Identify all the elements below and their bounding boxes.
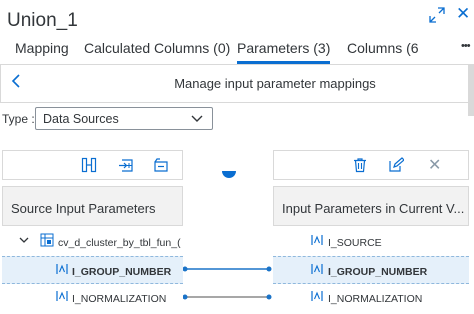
input-parameter-icon: [311, 235, 323, 245]
type-select-value: Data Sources: [43, 112, 119, 126]
tab-bar: Mapping Calculated Columns (0) Parameter…: [0, 40, 474, 64]
target-param-label: I_GROUP_NUMBER: [328, 266, 428, 278]
type-select[interactable]: Data Sources: [35, 107, 213, 130]
tab-parameters[interactable]: Parameters (3): [237, 40, 331, 64]
map-by-name-icon[interactable]: [81, 157, 97, 173]
delete-icon[interactable]: [352, 157, 368, 173]
target-param-row[interactable]: I_GROUP_NUMBER: [273, 256, 469, 284]
more-options-icon[interactable]: •••: [461, 40, 471, 52]
source-panel-header: Source Input Parameters: [2, 186, 183, 226]
mapping-connectors: [183, 266, 272, 300]
target-panel-header: Input Parameters in Current V...: [273, 186, 469, 226]
target-toolbar: ✕: [273, 150, 469, 180]
scrollbar-thumb[interactable]: [468, 64, 474, 116]
input-parameter-icon: [56, 291, 68, 301]
source-param-row[interactable]: I_GROUP_NUMBER: [2, 256, 183, 284]
source-node-label: cv_d_cluster_by_tbl_fun_(: [58, 237, 181, 249]
target-param-label: I_NORMALIZATION: [328, 293, 423, 305]
target-param-row[interactable]: I_NORMALIZATION: [273, 284, 469, 312]
create-constant-icon[interactable]: [153, 157, 169, 173]
type-label: Type :: [2, 112, 35, 126]
edit-icon[interactable]: [388, 157, 404, 173]
add-parameter-icon[interactable]: [118, 157, 134, 173]
subheader-title: Manage input parameter mappings: [174, 76, 376, 91]
tab-columns[interactable]: Columns (6: [347, 40, 419, 64]
source-param-label: I_GROUP_NUMBER: [72, 266, 172, 278]
tab-mapping[interactable]: Mapping: [15, 40, 69, 64]
remove-mapping-icon[interactable]: ✕: [428, 155, 441, 175]
chevron-down-icon: [191, 115, 203, 122]
close-icon[interactable]: ✕: [456, 5, 470, 22]
target-param-label: I_SOURCE: [328, 237, 382, 249]
expand-icon[interactable]: [429, 7, 445, 23]
target-param-row[interactable]: I_SOURCE: [273, 228, 469, 256]
dialog-title: Union_1: [7, 10, 78, 31]
source-node-row[interactable]: cv_d_cluster_by_tbl_fun_(: [2, 228, 183, 256]
input-parameter-icon: [56, 264, 68, 274]
source-param-row[interactable]: I_NORMALIZATION: [2, 284, 183, 312]
collapse-chevron-icon[interactable]: [19, 235, 29, 245]
mapping-line-normalization[interactable]: [183, 294, 272, 300]
mapping-line-group-number[interactable]: [183, 266, 272, 272]
input-parameter-icon: [311, 291, 323, 301]
loading-indicator-icon: [222, 171, 236, 178]
input-parameter-icon: [311, 264, 323, 274]
calculation-view-icon: [40, 233, 54, 247]
source-toolbar: [2, 150, 183, 180]
subheader-bar: Manage input parameter mappings: [0, 64, 474, 103]
tab-calculated-columns[interactable]: Calculated Columns (0): [84, 40, 230, 64]
source-param-label: I_NORMALIZATION: [72, 293, 167, 305]
